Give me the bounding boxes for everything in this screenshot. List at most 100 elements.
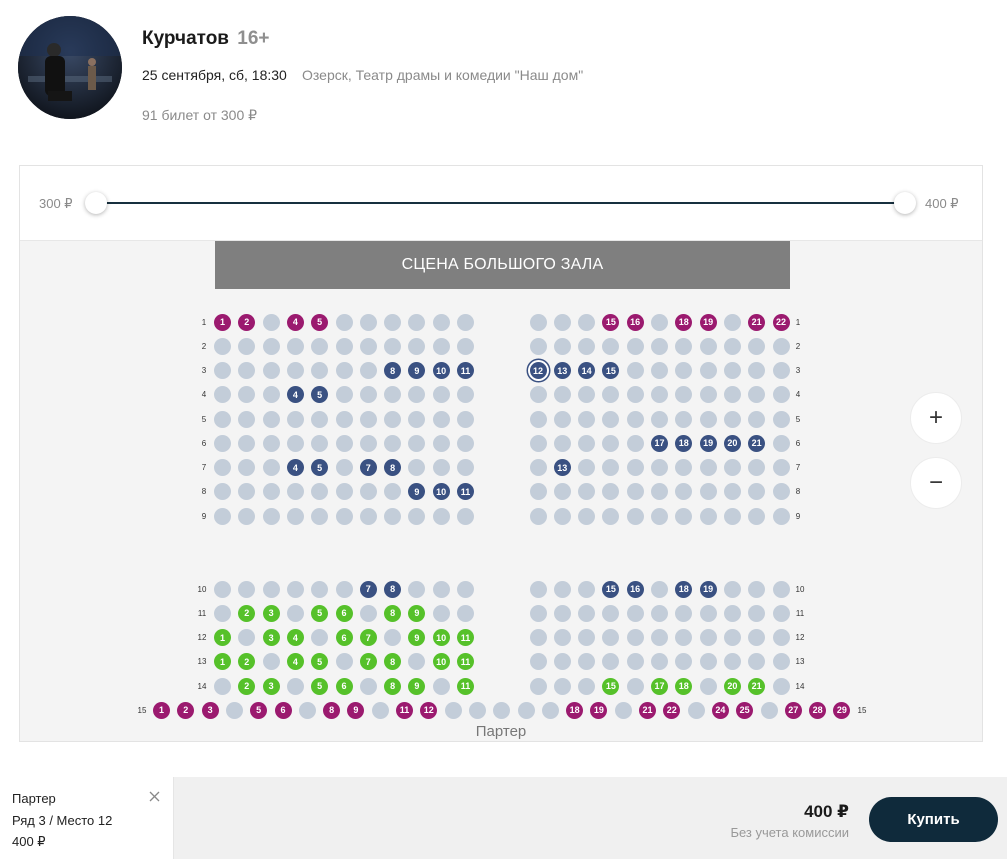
seat-r5-s21[interactable] xyxy=(748,410,766,428)
seat-r4-s1[interactable] xyxy=(214,386,231,404)
seat-r12-s16[interactable] xyxy=(626,629,644,646)
seat-r6-s8[interactable] xyxy=(384,434,402,452)
seat-r2-s1[interactable] xyxy=(214,337,231,355)
seat-r7-s6[interactable] xyxy=(335,459,353,476)
seat-r7-s7[interactable]: 7 xyxy=(359,459,377,476)
price-slider-max-handle[interactable] xyxy=(894,192,916,214)
seat-r11-s14[interactable] xyxy=(578,604,596,622)
seat-r6-s21[interactable]: 21 xyxy=(748,434,766,452)
seat-r10-s17[interactable] xyxy=(651,580,668,598)
seat-r11-s17[interactable] xyxy=(651,604,668,622)
seat-r2-s22[interactable] xyxy=(772,337,790,355)
seat-r14-s18[interactable]: 18 xyxy=(675,677,693,695)
seat-r13-s22[interactable] xyxy=(772,653,790,671)
seat-r3-s14[interactable]: 14 xyxy=(578,362,596,379)
seat-r7-s2[interactable] xyxy=(238,459,256,476)
seat-r9-s13[interactable] xyxy=(553,507,571,525)
seat-r15-s20[interactable] xyxy=(614,701,632,719)
seat-r3-s9[interactable]: 9 xyxy=(408,362,426,379)
seat-r15-s8[interactable]: 8 xyxy=(323,701,341,719)
seat-r7-s11[interactable] xyxy=(457,459,474,476)
seat-r8-s16[interactable] xyxy=(626,483,644,501)
seat-r14-s16[interactable] xyxy=(626,677,644,695)
seat-r13-s13[interactable] xyxy=(553,653,571,671)
seat-r9-s12[interactable] xyxy=(529,507,547,525)
seat-r2-s18[interactable] xyxy=(675,337,693,355)
seat-r11-s20[interactable] xyxy=(723,604,741,622)
seat-r14-s6[interactable]: 6 xyxy=(335,677,353,695)
seat-r6-s10[interactable] xyxy=(432,434,450,452)
seat-r2-s3[interactable] xyxy=(262,337,280,355)
seat-r13-s2[interactable]: 2 xyxy=(238,653,256,671)
seat-r15-s28[interactable]: 28 xyxy=(809,701,827,719)
seat-r4-s12[interactable] xyxy=(529,386,547,404)
seat-r5-s16[interactable] xyxy=(626,410,644,428)
seat-r10-s19[interactable]: 19 xyxy=(699,580,717,598)
seat-r1-s7[interactable] xyxy=(359,313,377,331)
close-icon[interactable] xyxy=(147,789,163,805)
seat-r4-s17[interactable] xyxy=(651,386,668,404)
seat-r1-s17[interactable] xyxy=(651,313,668,331)
seat-r5-s17[interactable] xyxy=(651,410,668,428)
seat-r3-s18[interactable] xyxy=(675,362,693,379)
seat-r4-s16[interactable] xyxy=(626,386,644,404)
seat-r6-s14[interactable] xyxy=(578,434,596,452)
seat-r9-s22[interactable] xyxy=(772,507,790,525)
seat-r10-s1[interactable] xyxy=(214,580,231,598)
seat-r2-s6[interactable] xyxy=(335,337,353,355)
seat-r3-s7[interactable] xyxy=(359,362,377,379)
seat-r1-s9[interactable] xyxy=(408,313,426,331)
seat-r9-s15[interactable] xyxy=(602,507,620,525)
seat-r9-s1[interactable] xyxy=(214,507,231,525)
seat-r6-s20[interactable]: 20 xyxy=(723,434,741,452)
seat-r5-s10[interactable] xyxy=(432,410,450,428)
seat-r12-s15[interactable] xyxy=(602,629,620,646)
seat-r5-s20[interactable] xyxy=(723,410,741,428)
seat-r13-s10[interactable]: 10 xyxy=(432,653,450,671)
seat-r5-s12[interactable] xyxy=(529,410,547,428)
seat-r15-s16[interactable] xyxy=(517,701,535,719)
seat-r4-s8[interactable] xyxy=(384,386,402,404)
seat-r15-s6[interactable]: 6 xyxy=(274,701,292,719)
price-slider-track[interactable] xyxy=(96,202,906,204)
seat-r10-s10[interactable] xyxy=(432,580,450,598)
seat-r11-s10[interactable] xyxy=(432,604,450,622)
seat-r11-s5[interactable]: 5 xyxy=(311,604,329,622)
seat-r1-s10[interactable] xyxy=(432,313,450,331)
seat-r12-s13[interactable] xyxy=(553,629,571,646)
seat-r12-s18[interactable] xyxy=(675,629,693,646)
seat-r5-s3[interactable] xyxy=(262,410,280,428)
seat-r8-s15[interactable] xyxy=(602,483,620,501)
seat-r3-s13[interactable]: 13 xyxy=(553,362,571,379)
seat-r8-s4[interactable] xyxy=(286,483,304,501)
seat-r15-s2[interactable]: 2 xyxy=(177,701,195,719)
seat-r12-s14[interactable] xyxy=(578,629,596,646)
seat-r13-s11[interactable]: 11 xyxy=(457,653,474,671)
seat-r8-s1[interactable] xyxy=(214,483,231,501)
seat-r13-s16[interactable] xyxy=(626,653,644,671)
seat-r5-s1[interactable] xyxy=(214,410,231,428)
seat-r1-s5[interactable]: 5 xyxy=(311,313,329,331)
seat-r14-s4[interactable] xyxy=(286,677,304,695)
seat-r14-s14[interactable] xyxy=(578,677,596,695)
seat-r14-s22[interactable] xyxy=(772,677,790,695)
seat-r1-s21[interactable]: 21 xyxy=(748,313,766,331)
seat-r1-s13[interactable] xyxy=(553,313,571,331)
seat-r4-s9[interactable] xyxy=(408,386,426,404)
seat-r15-s26[interactable] xyxy=(760,701,778,719)
seat-r3-s21[interactable] xyxy=(748,362,766,379)
seat-r4-s13[interactable] xyxy=(553,386,571,404)
seat-r8-s17[interactable] xyxy=(651,483,668,501)
price-slider-min-handle[interactable] xyxy=(85,192,107,214)
seat-r11-s2[interactable]: 2 xyxy=(238,604,256,622)
seat-r1-s16[interactable]: 16 xyxy=(626,313,644,331)
seat-r10-s9[interactable] xyxy=(408,580,426,598)
seat-r14-s1[interactable] xyxy=(214,677,231,695)
seat-r11-s7[interactable] xyxy=(359,604,377,622)
seat-r15-s29[interactable]: 29 xyxy=(833,701,851,719)
seat-r5-s14[interactable] xyxy=(578,410,596,428)
seat-r9-s4[interactable] xyxy=(286,507,304,525)
seat-r10-s8[interactable]: 8 xyxy=(384,580,402,598)
seat-r10-s16[interactable]: 16 xyxy=(626,580,644,598)
seat-r9-s14[interactable] xyxy=(578,507,596,525)
